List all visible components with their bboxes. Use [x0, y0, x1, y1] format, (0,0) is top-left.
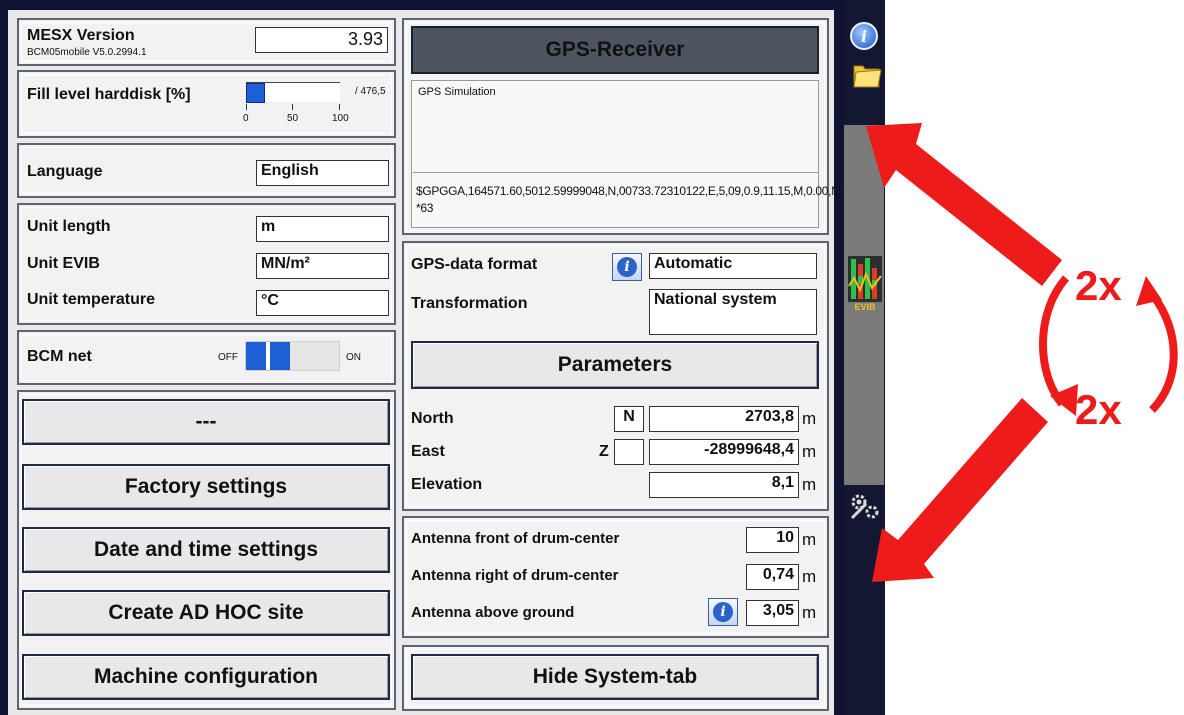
east-zone-label: Z — [599, 443, 609, 460]
unit-temperature-field[interactable]: °C — [256, 290, 389, 316]
unit-length-label: Unit length — [27, 218, 111, 235]
info-icon: i — [617, 257, 637, 277]
east-unit: m — [802, 442, 817, 461]
arrow-down-left — [872, 398, 1048, 582]
unit-evib-label: Unit EVIB — [27, 255, 100, 272]
antenna-right-unit: m — [802, 567, 817, 586]
harddisk-ticks: 0 50 100 — [243, 104, 349, 130]
language-label: Language — [27, 163, 103, 180]
parameters-button[interactable]: Parameters — [411, 341, 819, 389]
unit-temperature-label: Unit temperature — [27, 291, 156, 308]
harddisk-label: Fill level harddisk [%] — [27, 86, 191, 103]
bcm-toggle-knob — [246, 342, 292, 370]
curved-arrow-left — [1039, 275, 1070, 407]
unit-evib-field[interactable]: MN/m² — [256, 253, 389, 279]
transformation-label: Transformation — [411, 295, 528, 312]
gps-data-format-field[interactable]: Automatic — [649, 253, 817, 279]
north-field[interactable]: 2703,8 — [649, 406, 799, 432]
north-flag-field[interactable]: N — [614, 406, 644, 432]
transformation-field[interactable]: National system — [649, 289, 817, 335]
mesx-version-field: 3.93 — [255, 27, 388, 53]
harddisk-total: / 476,5 — [355, 86, 386, 97]
annotation-arrows — [866, 123, 1178, 582]
north-unit: m — [802, 409, 817, 428]
east-label: East — [411, 443, 445, 460]
antenna-above-unit: m — [802, 603, 817, 622]
language-field[interactable]: English — [256, 160, 389, 186]
harddisk-bar — [246, 82, 340, 103]
arrow-up-left — [866, 123, 1062, 286]
gps-receiver-button[interactable]: GPS-Receiver — [411, 26, 819, 74]
mesx-label: MESX Version — [27, 27, 135, 44]
unit-length-field[interactable]: m — [256, 216, 389, 242]
info-icon[interactable]: i — [850, 22, 878, 50]
gps-format-info-button[interactable]: i — [612, 253, 642, 281]
elevation-label: Elevation — [411, 476, 483, 493]
north-label: North — [411, 410, 454, 427]
bcm-off-label: OFF — [218, 352, 238, 363]
antenna-right-field[interactable]: 0,74 — [746, 564, 799, 590]
east-zone-field[interactable] — [614, 439, 644, 465]
tick-50: 50 — [287, 113, 299, 124]
curved-arrow-right — [1148, 291, 1178, 413]
antenna-front-label: Antenna front of drum-center — [411, 530, 620, 547]
hide-system-tab-button[interactable]: Hide System-tab — [411, 654, 819, 700]
create-adhoc-site-button[interactable]: Create AD HOC site — [22, 590, 390, 636]
elevation-field[interactable]: 8,1 — [649, 472, 799, 498]
folder-icon[interactable] — [852, 58, 882, 90]
antenna-right-label: Antenna right of drum-center — [411, 567, 619, 584]
east-field[interactable]: -28999648,4 — [649, 439, 799, 465]
antenna-front-unit: m — [802, 530, 817, 549]
gps-mode-text: GPS Simulation — [418, 86, 496, 98]
antenna-above-field[interactable]: 3,05 — [746, 600, 799, 626]
harddisk-bar-fill — [246, 83, 265, 103]
gps-divider — [413, 172, 818, 173]
bcm-on-label: ON — [346, 352, 361, 363]
bcm-net-toggle[interactable] — [245, 341, 340, 371]
tick-0: 0 — [243, 113, 249, 124]
tick-100: 100 — [332, 113, 349, 124]
factory-settings-button[interactable]: Factory settings — [22, 464, 390, 510]
gps-nmea-text: $GPGGA,164571.60,5012.59999048,N,00733.7… — [416, 184, 860, 215]
antenna-info-button[interactable]: i — [708, 598, 738, 626]
annotation-2x-bottom: 2x — [1075, 386, 1122, 433]
gps-data-format-label: GPS-data format — [411, 256, 538, 273]
antenna-front-field[interactable]: 10 — [746, 527, 799, 553]
elevation-unit: m — [802, 475, 817, 494]
annotation-2x-top: 2x — [1075, 262, 1122, 309]
mesx-build: BCM05mobile V5.0.2994.1 — [27, 47, 147, 58]
antenna-above-label: Antenna above ground — [411, 604, 575, 621]
machine-configuration-button[interactable]: Machine configuration — [22, 654, 390, 700]
info-icon: i — [713, 602, 733, 622]
bcm-net-label: BCM net — [27, 348, 92, 365]
date-time-settings-button[interactable]: Date and time settings — [22, 527, 390, 573]
dash-button[interactable]: --- — [22, 399, 390, 445]
